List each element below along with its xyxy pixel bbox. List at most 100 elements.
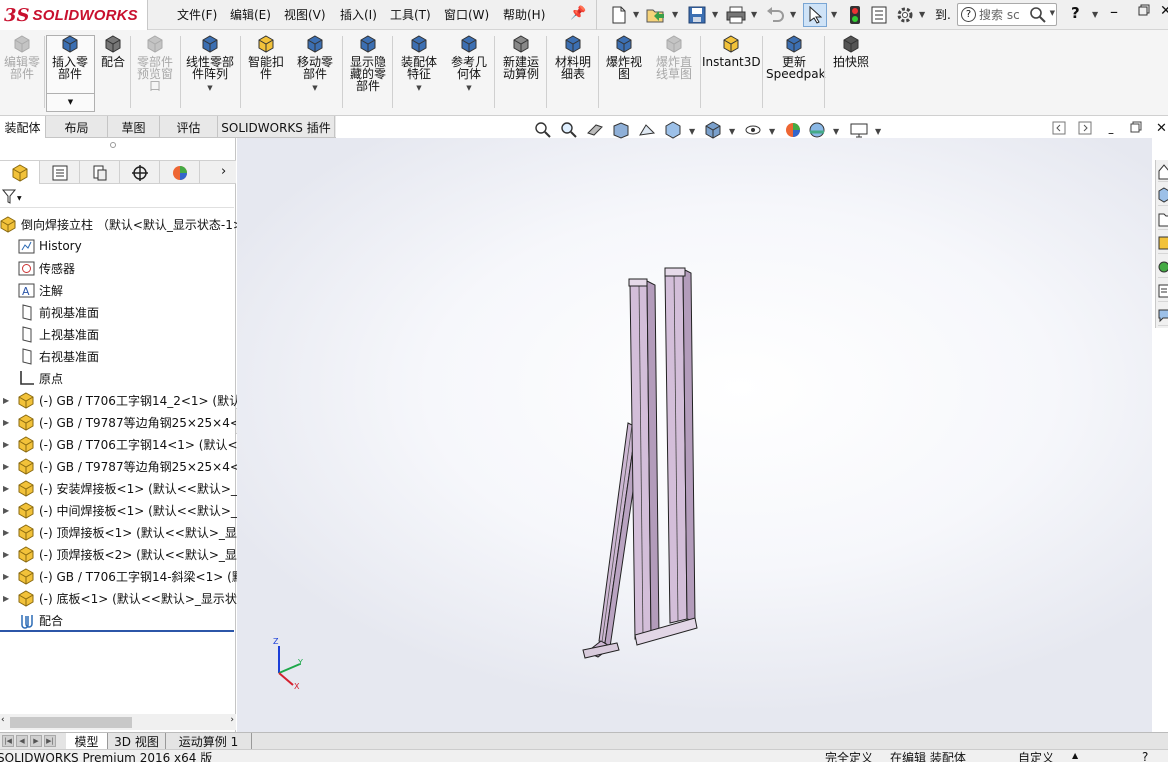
tab-motion-study[interactable]: 运动算例 1 — [166, 733, 252, 749]
expand-arrow-icon[interactable]: ▶ — [3, 550, 11, 559]
menu-insert[interactable]: 插入(I) — [340, 6, 377, 23]
restore-icon[interactable] — [1138, 4, 1150, 19]
tree-item[interactable]: 右视基准面 — [18, 345, 99, 367]
tree-component-item[interactable]: ▶ (-) 安装焊接板<1> (默认<<默认>_ — [3, 477, 237, 499]
previous-view-icon[interactable] — [586, 121, 604, 139]
tab-feature-tree[interactable] — [0, 161, 40, 184]
chevron-right-icon[interactable]: › — [221, 164, 226, 179]
chevron-down-icon[interactable]: ▼ — [182, 82, 238, 94]
bill-of-materials-button[interactable]: 材料明 细表 — [550, 34, 596, 80]
chevron-down-icon[interactable]: ▼ — [292, 82, 338, 94]
chevron-down-icon[interactable]: ▼ — [1050, 9, 1055, 17]
pane-left-icon[interactable] — [1052, 121, 1070, 139]
tab-model[interactable]: 模型 — [66, 733, 108, 749]
exploded-view-button[interactable]: 爆炸视 图 — [601, 34, 647, 80]
home-icon[interactable] — [1158, 162, 1168, 182]
solidworks-logo[interactable]: 3S SOLIDWORKS — [0, 0, 148, 30]
tree-component-item[interactable]: ▶ (-) 顶焊接板<1> (默认<<默认>_显 — [3, 521, 237, 543]
reference-geometry-button[interactable]: 参考几 何体 ▼ — [446, 34, 492, 94]
chevron-left-icon[interactable]: ‹ — [1, 715, 5, 725]
chevron-down-icon[interactable]: ▼ — [751, 10, 757, 19]
chevron-down-icon[interactable]: ▼ — [790, 10, 796, 19]
tab-solidworks-addins[interactable]: SOLIDWORKS 插件 — [218, 116, 335, 138]
chevron-down-icon[interactable]: ▼ — [919, 10, 925, 19]
panel-grip[interactable] — [110, 142, 116, 148]
chevron-down-icon[interactable]: ▼ — [396, 82, 442, 94]
take-snapshot-button[interactable]: 拍快照 — [828, 34, 874, 68]
left-top-plate[interactable] — [628, 278, 648, 287]
tab-evaluate[interactable]: 评估 — [160, 116, 218, 138]
chevron-down-icon[interactable]: ▼ — [831, 10, 837, 19]
previous-tab-arrow-icon[interactable]: ◀ — [16, 735, 28, 747]
expand-arrow-icon[interactable]: ▶ — [3, 418, 11, 427]
scrollbar-thumb[interactable] — [10, 717, 132, 728]
assembly-model[interactable]: Z Y X — [237, 138, 1152, 732]
chevron-down-icon[interactable]: ▼ — [729, 127, 735, 136]
tree-item[interactable]: 前视基准面 — [18, 301, 99, 323]
rollback-bar[interactable] — [0, 630, 234, 632]
select-cursor-icon[interactable] — [803, 3, 827, 27]
section-view-icon[interactable] — [612, 121, 630, 139]
pin-icon[interactable]: 📌 — [570, 6, 586, 21]
last-tab-arrow-icon[interactable]: ▶| — [44, 735, 56, 747]
tree-item[interactable]: 传感器 — [18, 257, 75, 279]
instant3d-button[interactable]: Instant3D — [702, 34, 761, 68]
edit-component-button[interactable]: 编辑零 部件 — [0, 34, 44, 80]
first-tab-arrow-icon[interactable]: |◀ — [2, 735, 14, 747]
new-motion-study-button[interactable]: 新建运 动算例 — [498, 34, 544, 80]
menu-tools[interactable]: 工具(T) — [390, 6, 431, 23]
help-question-icon[interactable]: ? — [1071, 4, 1080, 22]
status-help-icon[interactable]: ? — [1142, 750, 1148, 762]
chevron-up-icon[interactable]: ▲ — [1072, 751, 1078, 760]
expand-arrow-icon[interactable]: ▶ — [3, 594, 11, 603]
expand-arrow-icon[interactable]: ▶ — [3, 462, 11, 471]
forum-icon[interactable] — [1158, 306, 1168, 326]
view-orientation-icon[interactable] — [664, 121, 682, 139]
menu-file[interactable]: 文件(F) — [177, 6, 217, 23]
chevron-down-icon[interactable]: ▼ — [672, 10, 678, 19]
menu-edit[interactable]: 编辑(E) — [230, 6, 271, 23]
component-preview-window-button[interactable]: 零部件 预览窗 口 — [132, 34, 178, 92]
pane-right-icon[interactable] — [1078, 121, 1096, 139]
tree-component-item[interactable]: ▶ (-) 顶焊接板<2> (默认<<默认>_显 — [3, 543, 237, 565]
undo-icon[interactable] — [764, 4, 786, 26]
menu-view[interactable]: 视图(V) — [284, 6, 326, 23]
insert-components-dropdown[interactable]: ▼ — [47, 93, 94, 111]
tree-component-item[interactable]: ▶ (-) GB / T706工字钢14<1> (默认< — [3, 433, 238, 455]
chevron-down-icon[interactable]: ▼ — [446, 82, 492, 94]
print-icon[interactable] — [725, 4, 747, 26]
insert-components-button[interactable]: 插入零 部件 — [48, 34, 92, 80]
file-explorer-icon[interactable] — [1158, 210, 1168, 230]
chevron-right-icon[interactable]: › — [230, 715, 234, 725]
right-top-plate[interactable] — [664, 267, 686, 277]
expand-arrow-icon[interactable]: ▶ — [3, 484, 11, 493]
update-speedpak-button[interactable]: 更新 Speedpak — [766, 34, 826, 80]
view-palette-icon[interactable] — [1158, 234, 1168, 254]
hide-show-items-icon[interactable] — [744, 121, 762, 139]
tree-item[interactable]: History — [18, 235, 82, 257]
tree-item[interactable]: A 注解 — [18, 279, 63, 301]
custom-properties-icon[interactable] — [1158, 282, 1168, 302]
tree-component-item[interactable]: ▶ (-) GB / T706工字钢14_2<1> (默认 — [3, 389, 241, 411]
show-hidden-components-button[interactable]: 显示隐 藏的零 部件 — [345, 34, 391, 92]
viewport-minimize-icon[interactable]: – — [1108, 126, 1126, 144]
appearances-icon[interactable] — [1158, 258, 1168, 278]
display-style-icon[interactable] — [704, 121, 722, 139]
tree-item[interactable]: 原点 — [18, 367, 63, 389]
mate-button[interactable]: 配合 — [96, 34, 130, 68]
menu-window[interactable]: 窗口(W) — [444, 6, 489, 23]
tab-dimxpert[interactable] — [120, 161, 160, 184]
expand-arrow-icon[interactable]: ▶ — [3, 572, 11, 581]
tab-layout[interactable]: 布局 — [46, 116, 108, 138]
viewport-restore-icon[interactable] — [1130, 121, 1148, 139]
close-icon[interactable]: ✕ — [1160, 3, 1168, 19]
minimize-icon[interactable]: – — [1110, 2, 1118, 21]
tree-component-item[interactable]: ▶ (-) GB / T706工字钢14-斜梁<1> (默 — [3, 565, 244, 587]
zoom-to-area-icon[interactable] — [560, 121, 578, 139]
zoom-to-fit-icon[interactable] — [534, 121, 552, 139]
tree-component-item[interactable]: ▶ (-) GB / T9787等边角钢25×25×4< — [3, 455, 240, 477]
chevron-down-icon[interactable]: ▼ — [712, 10, 718, 19]
assembly-features-button[interactable]: 装配体 特征 ▼ — [396, 34, 442, 94]
tab-property-manager[interactable] — [40, 161, 80, 184]
smart-fasteners-button[interactable]: 智能扣 件 — [244, 34, 288, 80]
